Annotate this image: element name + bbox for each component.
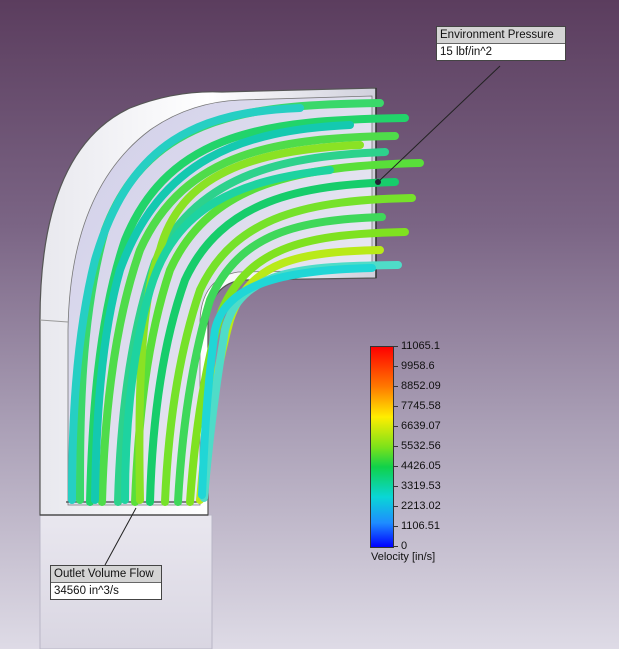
environment-pressure-callout[interactable]: Environment Pressure 15 lbf/in^2 — [436, 26, 566, 61]
environment-pressure-title: Environment Pressure — [437, 27, 565, 44]
legend-color-bar — [370, 346, 394, 548]
velocity-legend[interactable]: 11065.1 9958.6 8852.09 7745.58 6639.07 5… — [370, 340, 450, 566]
legend-tick: 6639.07 — [401, 420, 441, 432]
legend-tick: 7745.58 — [401, 400, 441, 412]
legend-tick: 4426.05 — [401, 460, 441, 472]
legend-tick: 1106.51 — [401, 520, 440, 532]
outlet-volume-flow-title: Outlet Volume Flow — [51, 566, 161, 583]
outlet-volume-flow-callout[interactable]: Outlet Volume Flow 34560 in^3/s — [50, 565, 162, 600]
pressure-probe-marker — [375, 179, 381, 185]
legend-tick: 5532.56 — [401, 440, 441, 452]
legend-tick: 11065.1 — [401, 340, 440, 352]
simulation-viewport[interactable]: Environment Pressure 15 lbf/in^2 Outlet … — [0, 0, 619, 649]
flow-scene — [39, 65, 501, 649]
legend-tick: 8852.09 — [401, 380, 441, 392]
legend-tick: 3319.53 — [401, 480, 441, 492]
legend-title: Velocity [in/s] — [371, 551, 436, 563]
legend-tick: 2213.02 — [401, 500, 441, 512]
pressure-leader-line — [377, 65, 501, 183]
legend-tick: 9958.6 — [401, 360, 435, 372]
outlet-volume-flow-value: 34560 in^3/s — [54, 585, 119, 597]
environment-pressure-value: 15 lbf/in^2 — [440, 46, 493, 58]
